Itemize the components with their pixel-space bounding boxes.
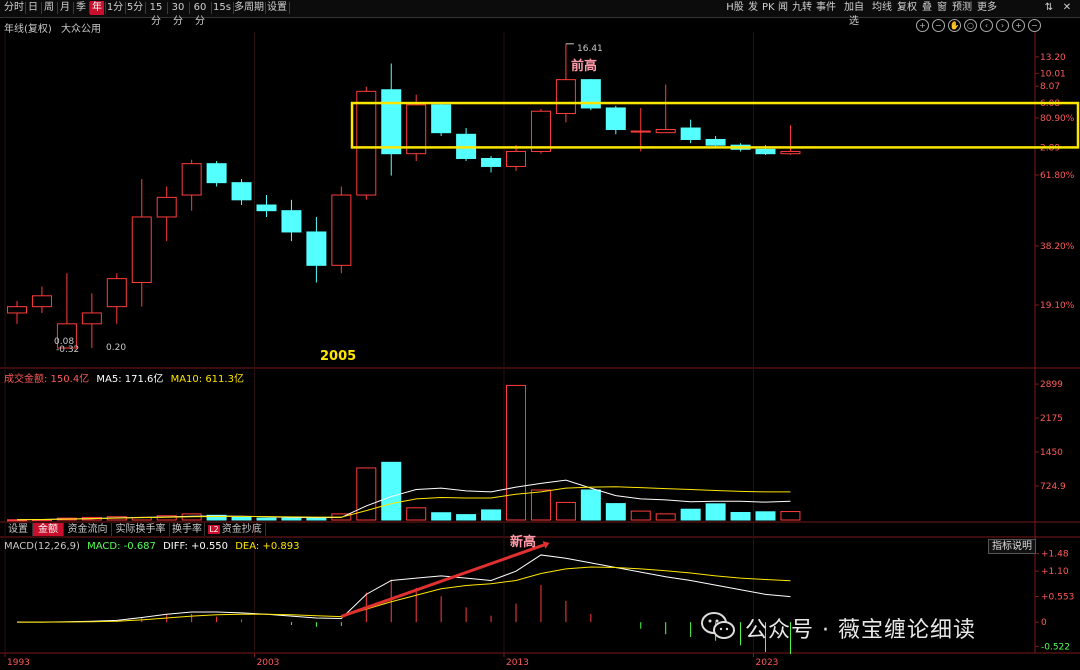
indicator-tab-2[interactable]: 资金流向 (64, 523, 112, 536)
candle-body (680, 127, 701, 140)
volume-bar (680, 508, 701, 521)
macd-value: MACD: -0.687 (87, 541, 156, 552)
indicator-help-button[interactable]: 指标说明 (988, 539, 1036, 554)
volume-bar (506, 384, 526, 521)
candle-body (755, 148, 776, 155)
volume-bar (730, 511, 751, 521)
low-label-3: 0.20 (106, 343, 127, 353)
level2-badge: L2 (208, 525, 220, 534)
candle-body (31, 295, 52, 308)
candle-body (530, 110, 551, 152)
volume-bar (655, 513, 676, 521)
price-axis-label: 38.20% (1040, 242, 1075, 252)
annotation-year: 2005 (320, 349, 357, 364)
candle-body (356, 90, 377, 196)
candle-body (481, 157, 502, 167)
volume-title: 成交金额: 150.4亿 (4, 374, 90, 385)
watermark-text: 公众号 · 薇宝缠论细读 (745, 618, 976, 643)
candle-body (106, 278, 127, 308)
candle-body (156, 196, 177, 218)
macd-diff: DIFF: +0.550 (163, 541, 229, 552)
candle-body (281, 210, 302, 233)
volume-ma10: MA10: 611.3亿 (170, 374, 244, 385)
macd-dea: DEA: +0.893 (235, 541, 300, 552)
annotation-high-price: 16.41 (577, 44, 603, 54)
macd-axis-label: +0.553 (1041, 593, 1074, 603)
price-axis-label: 8.07 (1040, 82, 1060, 92)
volume-axis-label: 1450 (1040, 448, 1063, 458)
candle-body (705, 138, 726, 146)
macd-diff-line (17, 554, 791, 623)
volume-bar (555, 501, 576, 521)
volume-bar (456, 514, 477, 521)
volume-bar (281, 517, 302, 521)
volume-axis-label: 724.9 (1040, 482, 1066, 492)
volume-bar (530, 489, 551, 521)
price-axis-label: 80.90% (1040, 114, 1075, 124)
low-label-2: -0.32 (56, 345, 80, 355)
candle-body (331, 194, 352, 266)
indicator-tab-4[interactable]: 换手率 (170, 523, 205, 536)
indicator-tab-5[interactable]: L2 资金抄底 (205, 523, 266, 536)
volume-bar (256, 517, 277, 521)
macd-title: MACD(12,26,9) (4, 541, 80, 552)
indicator-tab-3[interactable]: 实际换手率 (112, 523, 170, 536)
annotation-high-label: 前高 (571, 59, 598, 74)
candle-body (780, 150, 801, 155)
volume-header: 成交金额: 150.4亿 MA5: 171.6亿 MA10: 611.3亿 (4, 370, 244, 385)
candle-body (506, 150, 526, 167)
x-axis-label: 2003 (257, 658, 280, 668)
volume-bar (481, 509, 502, 521)
annotation-new-high: 新高 (510, 535, 537, 550)
candle-body (630, 130, 651, 133)
kline-chart: 13.2080.90%10.0161.80%8.076.0838.20%2.89… (0, 32, 1080, 668)
indicator-tab-1[interactable]: 金额 (33, 523, 64, 536)
price-axis-label: 13.20 (1040, 53, 1066, 63)
volume-bar (755, 511, 776, 521)
candle-body (605, 107, 626, 131)
volume-bar (306, 517, 327, 521)
volume-bar (605, 503, 626, 521)
x-axis-label: 1993 (7, 658, 30, 668)
volume-bar (780, 511, 801, 521)
volume-axis-label: 2175 (1040, 414, 1063, 424)
macd-axis-label: -0.522 (1041, 642, 1070, 652)
x-axis-label: 2023 (756, 658, 779, 668)
candle-body (206, 163, 227, 184)
price-axis-label: 10.01 (1040, 69, 1066, 79)
macd-axis-label: 0 (1041, 618, 1047, 628)
candle-body (306, 231, 327, 266)
candle-body (181, 163, 202, 196)
volume-ma5: MA5: 171.6亿 (96, 374, 164, 385)
volume-bar (705, 503, 726, 521)
volume-bar (431, 512, 452, 521)
candle-body (381, 89, 402, 155)
wechat-icon (701, 612, 735, 639)
candle-body (231, 182, 252, 201)
candle-body (131, 216, 152, 283)
candle-body (81, 312, 102, 325)
volume-bar (381, 461, 402, 521)
price-axis-label: 61.80% (1040, 171, 1075, 181)
price-axis-label: 19.10% (1040, 301, 1075, 311)
volume-bar (630, 510, 651, 521)
candle-body (7, 306, 27, 314)
indicator-tab-0[interactable]: 设置 (4, 523, 33, 536)
candle-body (256, 204, 277, 212)
volume-bar (406, 507, 427, 521)
candle-body (555, 79, 576, 115)
macd-axis-label: +1.10 (1041, 567, 1069, 577)
macd-header: MACD(12,26,9) MACD: -0.687 DIFF: +0.550 … (4, 541, 299, 552)
volume-axis-label: 2899 (1040, 380, 1063, 390)
macd-axis-label: +1.48 (1041, 550, 1069, 560)
volume-bar (580, 489, 601, 521)
volume-bar (231, 516, 252, 521)
candle-body (431, 104, 452, 134)
x-axis-label: 2013 (506, 658, 529, 668)
candle-body (655, 129, 676, 134)
